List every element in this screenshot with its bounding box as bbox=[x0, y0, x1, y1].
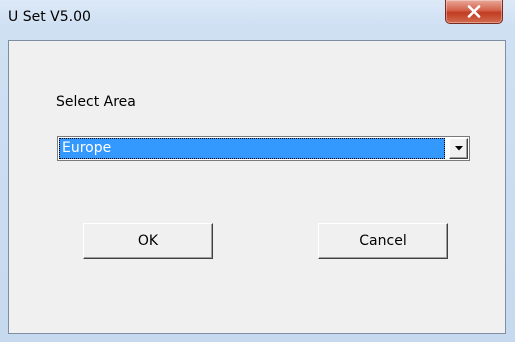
dropdown-arrow-button[interactable] bbox=[449, 138, 468, 159]
window-title: U Set V5.00 bbox=[8, 9, 91, 25]
area-dropdown[interactable]: Europe bbox=[57, 136, 470, 161]
chevron-down-icon bbox=[455, 146, 463, 151]
dialog-window: U Set V5.00 Select Area Europe OK Cancel bbox=[0, 0, 515, 342]
title-bar[interactable]: U Set V5.00 bbox=[0, 0, 515, 40]
ok-button[interactable]: OK bbox=[83, 223, 213, 259]
close-button[interactable] bbox=[445, 0, 503, 24]
close-icon bbox=[467, 5, 481, 18]
cancel-button[interactable]: Cancel bbox=[318, 223, 448, 259]
select-area-label: Select Area bbox=[56, 94, 136, 110]
dialog-body: Select Area Europe OK Cancel bbox=[8, 40, 506, 334]
area-dropdown-value[interactable]: Europe bbox=[59, 138, 445, 159]
